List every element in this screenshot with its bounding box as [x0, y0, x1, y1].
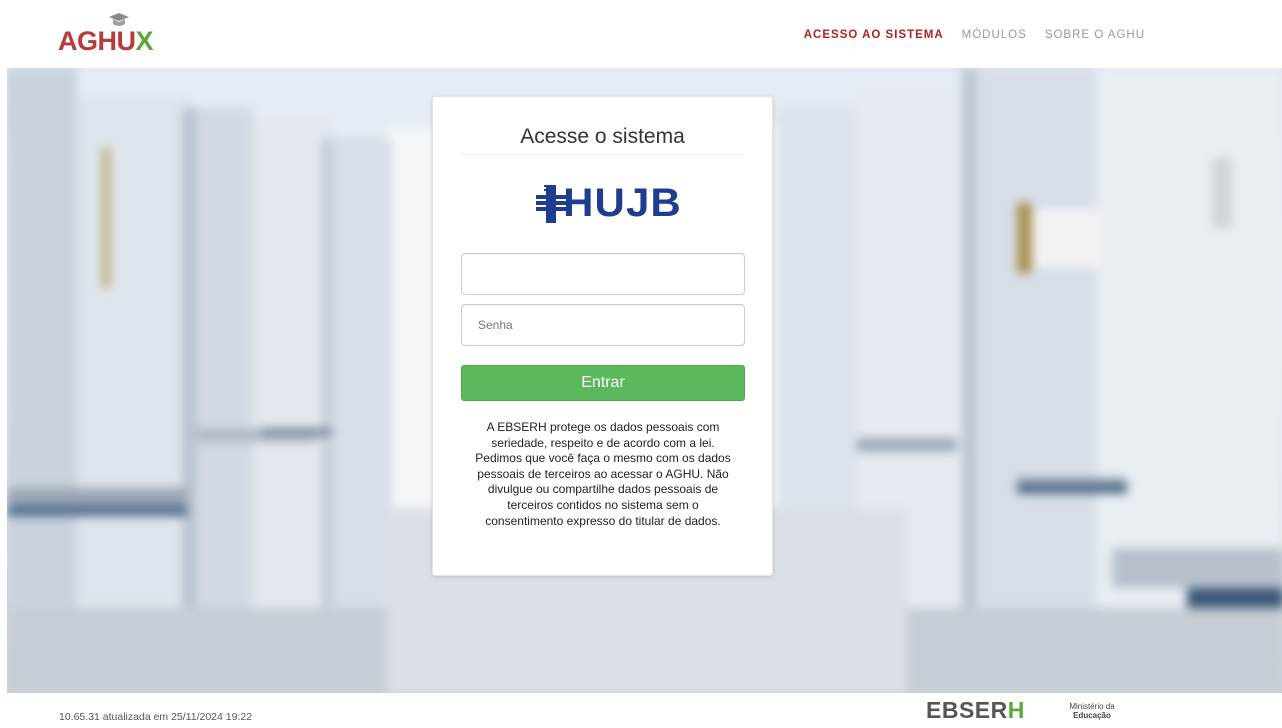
username-input[interactable]	[461, 253, 745, 295]
logo-text: AGHUX	[58, 26, 154, 56]
version-info: 10.65.31 atualizada em 25/11/2024 19:22	[59, 711, 253, 723]
hujb-logo-text: HUJB	[563, 181, 682, 225]
divider	[461, 154, 745, 155]
password-input[interactable]	[461, 304, 745, 346]
aghux-logo[interactable]: AGHUX	[58, 12, 158, 56]
header: AGHUX ACESSO AO SISTEMA MÓDULOS SOBRE O …	[0, 0, 1282, 68]
ebserh-logo: EBSERH	[926, 697, 1025, 723]
nav-sobre-o-aghu[interactable]: SOBRE O AGHU	[1045, 29, 1145, 41]
top-nav: ACESSO AO SISTEMA MÓDULOS SOBRE O AGHU	[804, 29, 1145, 41]
nav-modulos[interactable]: MÓDULOS	[962, 29, 1027, 41]
login-title: Acesse o sistema	[520, 125, 685, 148]
nav-acesso-ao-sistema[interactable]: ACESSO AO SISTEMA	[804, 29, 944, 41]
privacy-notice: A EBSERH protege os dados pessoais com s…	[475, 420, 731, 528]
login-card: Acesse o sistema HUJB Entrar A EBSERH pr…	[432, 96, 773, 576]
ministerio-educacao-logo: Ministério da Educação	[1069, 702, 1115, 720]
hujb-logo: HUJB	[534, 181, 681, 227]
entrar-button[interactable]: Entrar	[461, 365, 745, 401]
